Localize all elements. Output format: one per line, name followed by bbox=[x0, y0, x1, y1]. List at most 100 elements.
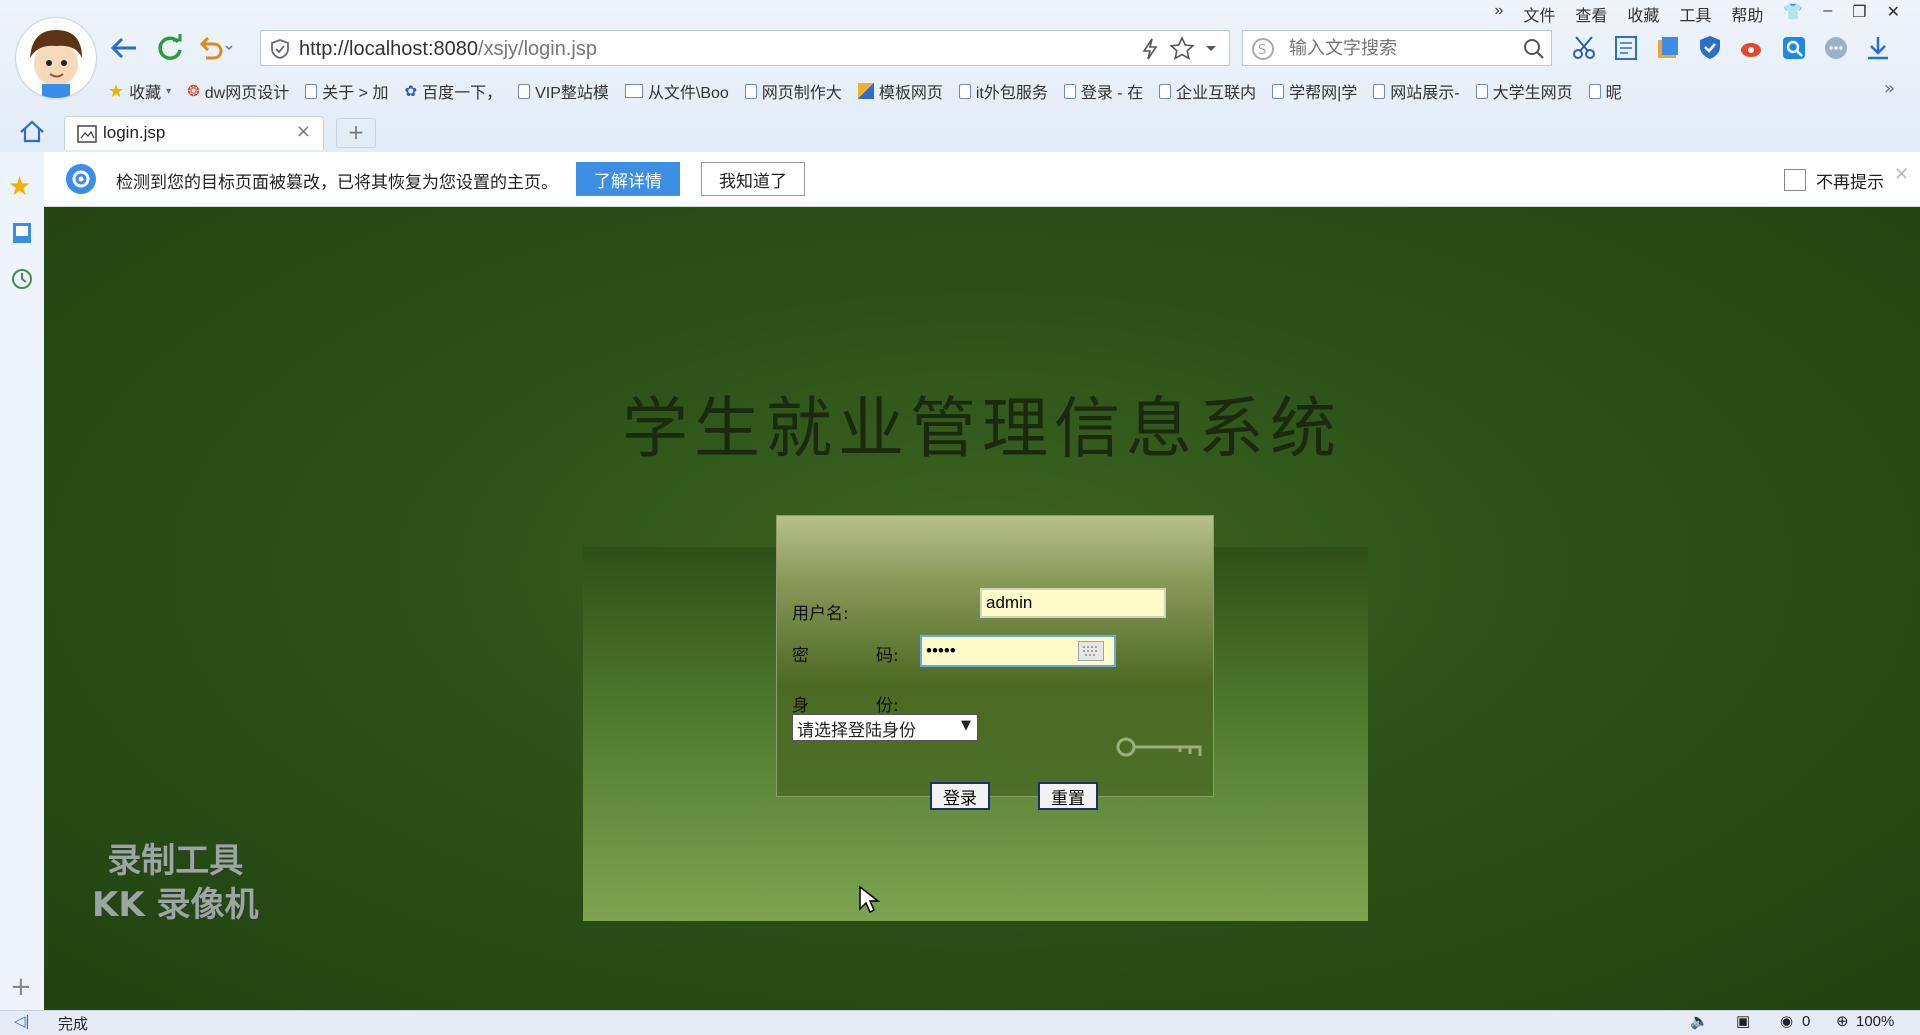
star-icon: ★ bbox=[108, 80, 125, 101]
bookmark-item[interactable]: 昵 bbox=[1588, 78, 1622, 104]
close-icon[interactable]: × bbox=[296, 121, 311, 142]
shield-icon bbox=[271, 39, 289, 59]
bookmark-label: 学帮网|学 bbox=[1289, 85, 1358, 102]
dont-remind-checkbox[interactable] bbox=[1784, 169, 1806, 191]
reading-list-icon[interactable] bbox=[10, 221, 34, 245]
bookmarks-bar: ★ 收藏 ▾ ❂ dw网页设计 关于 > 加 ✿ 百度一下， VIP整站模 从文件\Bo… bbox=[108, 78, 1638, 104]
gear-icon bbox=[66, 164, 96, 194]
learn-more-button[interactable]: 了解详情 bbox=[576, 162, 680, 196]
recorder-watermark: 录制工具 KK 录像机 bbox=[92, 839, 259, 927]
bookmark-item[interactable]: 登录 - 在 bbox=[1063, 78, 1143, 104]
page-icon bbox=[1159, 83, 1172, 99]
tab-login[interactable]: login.jsp × bbox=[64, 116, 324, 150]
page-icon bbox=[1063, 83, 1076, 99]
bookmark-label: 百度一下， bbox=[422, 85, 503, 102]
home-icon bbox=[20, 120, 44, 143]
address-bar[interactable]: http://localhost:8080/xsjy/login.jsp bbox=[260, 30, 1230, 66]
skin-icon[interactable]: 👕 bbox=[1783, 2, 1803, 26]
home-button[interactable] bbox=[18, 118, 46, 150]
dropdown-arrow-icon: ▼ bbox=[961, 718, 971, 733]
page-icon bbox=[744, 83, 757, 99]
screenshot-icon[interactable] bbox=[1780, 34, 1808, 62]
chevron-down-icon: ▾ bbox=[166, 85, 172, 97]
search-input[interactable] bbox=[1287, 37, 1511, 60]
bookmark-label: dw网页设计 bbox=[204, 85, 290, 102]
bookmark-label: 大学生网页 bbox=[1492, 85, 1573, 102]
menu-view[interactable]: 查看 bbox=[1575, 2, 1607, 26]
history-clock-icon[interactable] bbox=[10, 267, 34, 291]
refresh-button[interactable] bbox=[150, 28, 190, 68]
keyboard-icon[interactable] bbox=[1078, 641, 1104, 661]
favorites-star-icon[interactable]: ★ bbox=[8, 172, 31, 202]
username-input[interactable] bbox=[980, 588, 1166, 618]
menu-expand-icon[interactable]: » bbox=[1494, 2, 1503, 26]
restore-button[interactable]: ❐ bbox=[1852, 2, 1866, 26]
reader-icon[interactable] bbox=[1612, 34, 1640, 62]
lightning-icon[interactable] bbox=[1141, 38, 1159, 60]
bookmark-item[interactable]: ✿ 百度一下， bbox=[404, 78, 502, 104]
close-icon[interactable]: ✕ bbox=[1894, 164, 1909, 185]
menu-tools[interactable]: 工具 bbox=[1679, 2, 1711, 26]
bookmark-item[interactable]: it外包服务 bbox=[958, 78, 1048, 104]
notification-message: 检测到您的目标页面被篡改，已将其恢复为您设置的主页。 bbox=[116, 173, 558, 193]
sidebar-toggle-icon[interactable]: ◁| bbox=[14, 1012, 29, 1030]
weibo-icon[interactable] bbox=[1738, 34, 1766, 62]
back-button[interactable] bbox=[104, 28, 144, 68]
bookmark-item[interactable]: 学帮网|学 bbox=[1272, 78, 1357, 104]
reset-button[interactable]: 重置 bbox=[1038, 782, 1098, 810]
bookmark-folder-icon[interactable] bbox=[1654, 34, 1682, 62]
add-panel-icon[interactable]: + bbox=[10, 972, 32, 1002]
menu-bar: » 文件 查看 收藏 工具 帮助 👕 – ❐ ✕ bbox=[1494, 2, 1900, 26]
back-arrow-icon bbox=[110, 37, 136, 59]
page-title: 学生就业管理信息系统 bbox=[622, 390, 1342, 467]
zoom-level[interactable]: 100% bbox=[1856, 1013, 1894, 1030]
status-text: 完成 bbox=[58, 1016, 89, 1033]
network-icon[interactable]: ▣ bbox=[1736, 1012, 1750, 1030]
adblock-count: 0 bbox=[1802, 1013, 1811, 1030]
got-it-button[interactable]: 我知道了 bbox=[701, 162, 805, 196]
tab-title: login.jsp bbox=[103, 123, 166, 142]
password-label: 密 bbox=[792, 646, 809, 666]
chat-icon[interactable] bbox=[1822, 34, 1850, 62]
search-box[interactable]: S bbox=[1242, 30, 1552, 66]
chevron-down-icon[interactable] bbox=[1205, 44, 1217, 54]
star-icon[interactable] bbox=[1169, 36, 1195, 62]
bookmark-item[interactable]: 模板网页 bbox=[857, 78, 943, 104]
bookmark-item[interactable]: 网站展示- bbox=[1373, 78, 1460, 104]
security-shield-icon[interactable] bbox=[1696, 34, 1724, 62]
watermark-line1: 录制工具 bbox=[107, 841, 244, 881]
bookmark-favorites[interactable]: ★ 收藏 ▾ bbox=[108, 78, 171, 104]
bookmark-item[interactable]: 大学生网页 bbox=[1475, 78, 1573, 104]
scissors-icon[interactable] bbox=[1570, 34, 1598, 62]
adblock-icon[interactable]: ◉ bbox=[1780, 1012, 1793, 1030]
close-window-button[interactable]: ✕ bbox=[1887, 2, 1900, 26]
url-text[interactable]: http://localhost:8080/xsjy/login.jsp bbox=[299, 38, 597, 61]
search-icon[interactable] bbox=[1523, 38, 1545, 60]
page-icon bbox=[1373, 83, 1386, 99]
bookmark-item[interactable]: 企业互联内 bbox=[1159, 78, 1256, 104]
bookmark-item[interactable]: 网页制作大 bbox=[744, 78, 842, 104]
page-viewport: 学生就业管理信息系统 用户名: 密 码: 身 份: 请选择登陆身份 ▼ 登录 重… bbox=[44, 207, 1920, 1010]
page-icon bbox=[1272, 83, 1285, 99]
bookmarks-overflow-icon[interactable]: » bbox=[1884, 78, 1895, 99]
new-tab-button[interactable]: + bbox=[336, 118, 376, 148]
user-avatar[interactable] bbox=[16, 18, 96, 98]
login-button[interactable]: 登录 bbox=[930, 782, 990, 810]
bookmark-label: 网站展示- bbox=[1390, 85, 1460, 102]
speaker-icon[interactable]: 🔈 bbox=[1690, 1012, 1709, 1030]
download-icon[interactable] bbox=[1864, 34, 1892, 62]
menu-help[interactable]: 帮助 bbox=[1731, 2, 1763, 26]
menu-favorites[interactable]: 收藏 bbox=[1627, 2, 1659, 26]
dw-icon: ❂ bbox=[187, 83, 200, 100]
menu-file[interactable]: 文件 bbox=[1523, 2, 1555, 26]
bookmark-item[interactable]: 关于 > 加 bbox=[305, 78, 388, 104]
bookmark-item[interactable]: 从文件\Boo bbox=[624, 78, 729, 104]
role-select[interactable]: 请选择登陆身份 ▼ bbox=[792, 714, 978, 741]
role-select-value: 请选择登陆身份 bbox=[797, 721, 916, 741]
bookmark-item[interactable]: ❂ dw网页设计 bbox=[187, 78, 289, 104]
zoom-icon[interactable]: ⊕ bbox=[1836, 1012, 1849, 1030]
bookmark-label: 关于 > 加 bbox=[322, 85, 389, 102]
minimize-button[interactable]: – bbox=[1823, 2, 1832, 26]
bookmark-item[interactable]: VIP整站模 bbox=[518, 78, 609, 104]
undo-button[interactable] bbox=[196, 28, 236, 68]
